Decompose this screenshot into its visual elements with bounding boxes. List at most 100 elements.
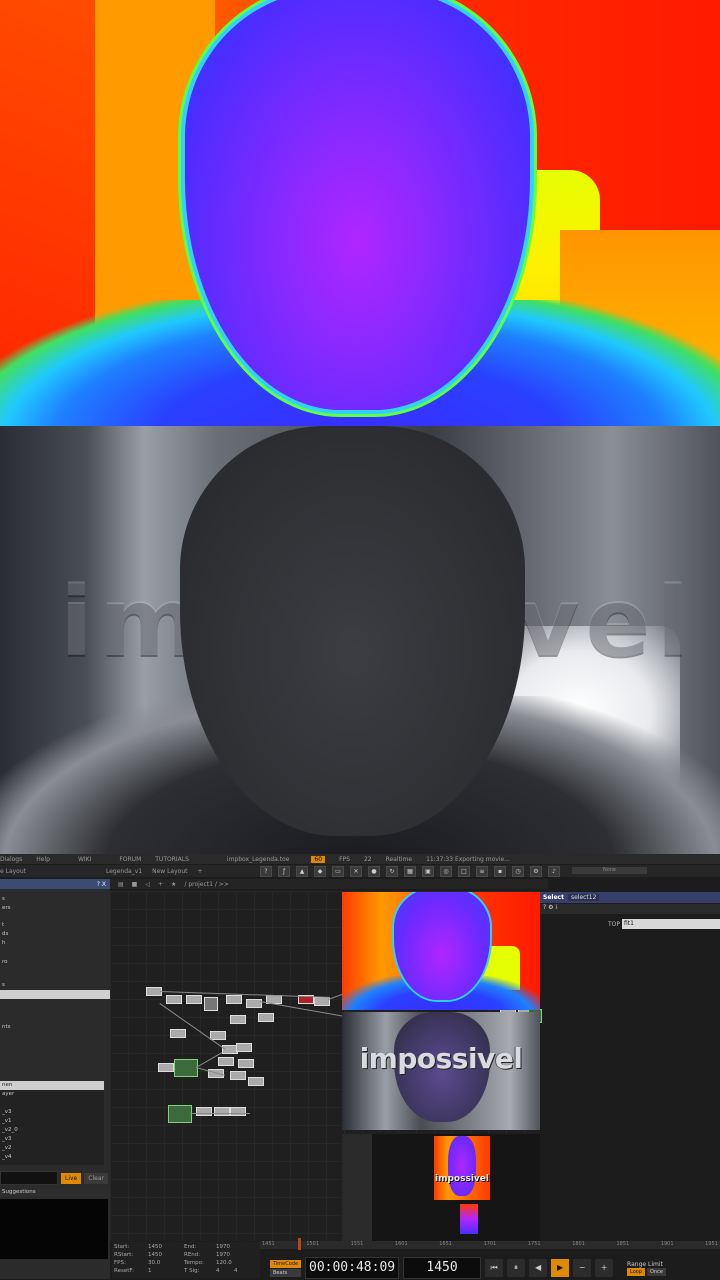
operator-node[interactable] [218,1057,234,1066]
function-icon[interactable]: ƒ [278,866,290,877]
operator-node[interactable] [226,995,242,1004]
record-icon[interactable]: ● [368,866,380,877]
list-item[interactable]: _v2_0 [0,1126,104,1135]
operator-node[interactable] [238,1059,254,1068]
palette-item[interactable]: h [0,939,110,948]
code-icon[interactable]: ✕ [350,866,362,877]
list-item[interactable]: _v2 [0,1144,104,1153]
frame-display[interactable]: 1450 [403,1257,482,1279]
operator-node[interactable] [170,1029,186,1038]
operator-node[interactable] [236,1043,252,1052]
operator-node[interactable] [258,1013,274,1022]
refresh-icon[interactable]: ↻ [386,866,398,877]
pot-icon[interactable]: ▲ [296,866,308,877]
perform-icon[interactable]: ◎ [440,866,452,877]
step-back-icon[interactable]: ◀ [529,1259,548,1277]
menu-tutorials[interactable]: TUTORIALS [155,856,189,863]
save-icon[interactable]: ▪ [494,866,506,877]
timeline-ruler[interactable]: 1451 1501 1551 1601 1651 1701 1751 1801 … [260,1241,720,1249]
list-item[interactable]: _v4 [0,1153,104,1162]
timecode-display[interactable]: 00:00:48:09 [305,1257,400,1279]
grid-icon[interactable]: ▦ [404,866,416,877]
palette-item[interactable]: ers [0,904,110,913]
skip-start-icon[interactable]: ⏮ [485,1259,504,1277]
operator-node[interactable] [186,995,202,1004]
layers-icon[interactable]: ≡ [476,866,488,877]
operator-node[interactable] [196,1107,212,1116]
help-icon[interactable]: ? [260,866,272,877]
palette-item[interactable]: t [0,921,110,930]
step-minus-icon[interactable]: − [573,1259,592,1277]
step-plus-icon[interactable]: + [595,1259,614,1277]
operator-node[interactable] [214,1107,230,1116]
palette-header-controls[interactable]: ? X [97,881,106,888]
pause-icon[interactable]: ⏸ [507,1259,526,1277]
tsig-numerator[interactable]: 4 [216,1268,220,1274]
operator-node[interactable] [230,1071,246,1080]
tempo-value[interactable]: 120.0 [216,1260,232,1266]
depth-preview-viewer[interactable] [342,892,540,1010]
rstart-value[interactable]: 1450 [148,1252,162,1258]
add-layout-button[interactable]: + [197,868,202,875]
list-item[interactable] [0,1099,104,1108]
operator-node[interactable] [210,1031,226,1040]
clear-button[interactable]: Clear [84,1172,108,1184]
nav-back-icon[interactable]: ◁ [145,881,150,888]
menu-help[interactable]: Help [36,856,50,863]
timeline-playhead[interactable] [298,1238,301,1250]
palette-item[interactable]: s [0,981,110,990]
list-item[interactable]: _v3 [0,1135,104,1144]
operator-node[interactable] [158,1063,174,1072]
window-icon[interactable]: □ [458,866,470,877]
palette-item[interactable]: ro [0,958,110,967]
speaker-icon[interactable]: ♪ [548,866,560,877]
loop-button[interactable]: Loop [627,1267,646,1276]
menu-forum[interactable]: FORUM [119,856,141,863]
list-item[interactable]: nen [0,1081,104,1090]
volume-slider[interactable]: None [572,867,647,874]
fps-value[interactable]: 30.0 [148,1260,160,1266]
param-top-field[interactable]: fit1 [622,919,720,929]
timecode-button[interactable]: TimeCode [270,1259,302,1268]
operator-node[interactable] [230,1015,246,1024]
palette-item[interactable]: nts [0,1023,110,1032]
operator-node[interactable] [230,1107,246,1116]
operator-node[interactable] [166,995,182,1004]
search-input[interactable] [0,1171,58,1185]
palette-item-selected[interactable] [0,990,110,999]
beats-button[interactable]: Beats [270,1268,302,1277]
operator-node-active[interactable] [168,1105,192,1123]
layout-tab-legenda[interactable]: Legenda_v1 [106,868,142,875]
clock-icon[interactable]: ◷ [512,866,524,877]
stop-icon[interactable]: ■ [132,881,138,888]
parameter-icons[interactable]: ? ⚙ i [540,904,720,914]
panel-icon[interactable]: ▣ [422,866,434,877]
live-button[interactable]: Live [61,1172,82,1184]
play-icon[interactable]: ▶ [551,1259,570,1277]
menu-dialogs[interactable]: Dialogs [0,856,22,863]
settings-icon[interactable]: ⚙ [530,866,542,877]
nested-preview-viewer[interactable]: impossivel [342,1134,540,1242]
add-icon[interactable]: + [158,881,163,888]
suggestions-label[interactable]: Suggestions [0,1189,112,1197]
start-value[interactable]: 1450 [148,1244,162,1250]
list-item[interactable]: _v3 [0,1108,104,1117]
operator-node[interactable] [204,997,218,1011]
operator-node[interactable] [248,1077,264,1086]
pane-split-icon[interactable]: ▤ [118,881,124,888]
palette-icon[interactable]: ◆ [314,866,326,877]
operator-name[interactable]: select12 [567,894,600,901]
palette-item[interactable]: ds [0,930,110,939]
operator-node-active[interactable] [174,1059,198,1077]
layout-tab-new[interactable]: New Layout [152,868,187,875]
end-value[interactable]: 1970 [216,1244,230,1250]
list-item[interactable]: ayer [0,1090,104,1099]
list-item[interactable]: _v1 [0,1117,104,1126]
once-button[interactable]: Once [647,1267,666,1276]
layout-label[interactable]: e Layout [0,868,26,875]
rend-value[interactable]: 1970 [216,1252,230,1258]
monitor-icon[interactable]: ▭ [332,866,344,877]
resetf-value[interactable]: 1 [148,1268,152,1274]
menu-wiki[interactable]: WIKI [78,856,91,863]
star-icon[interactable]: ★ [171,881,176,888]
